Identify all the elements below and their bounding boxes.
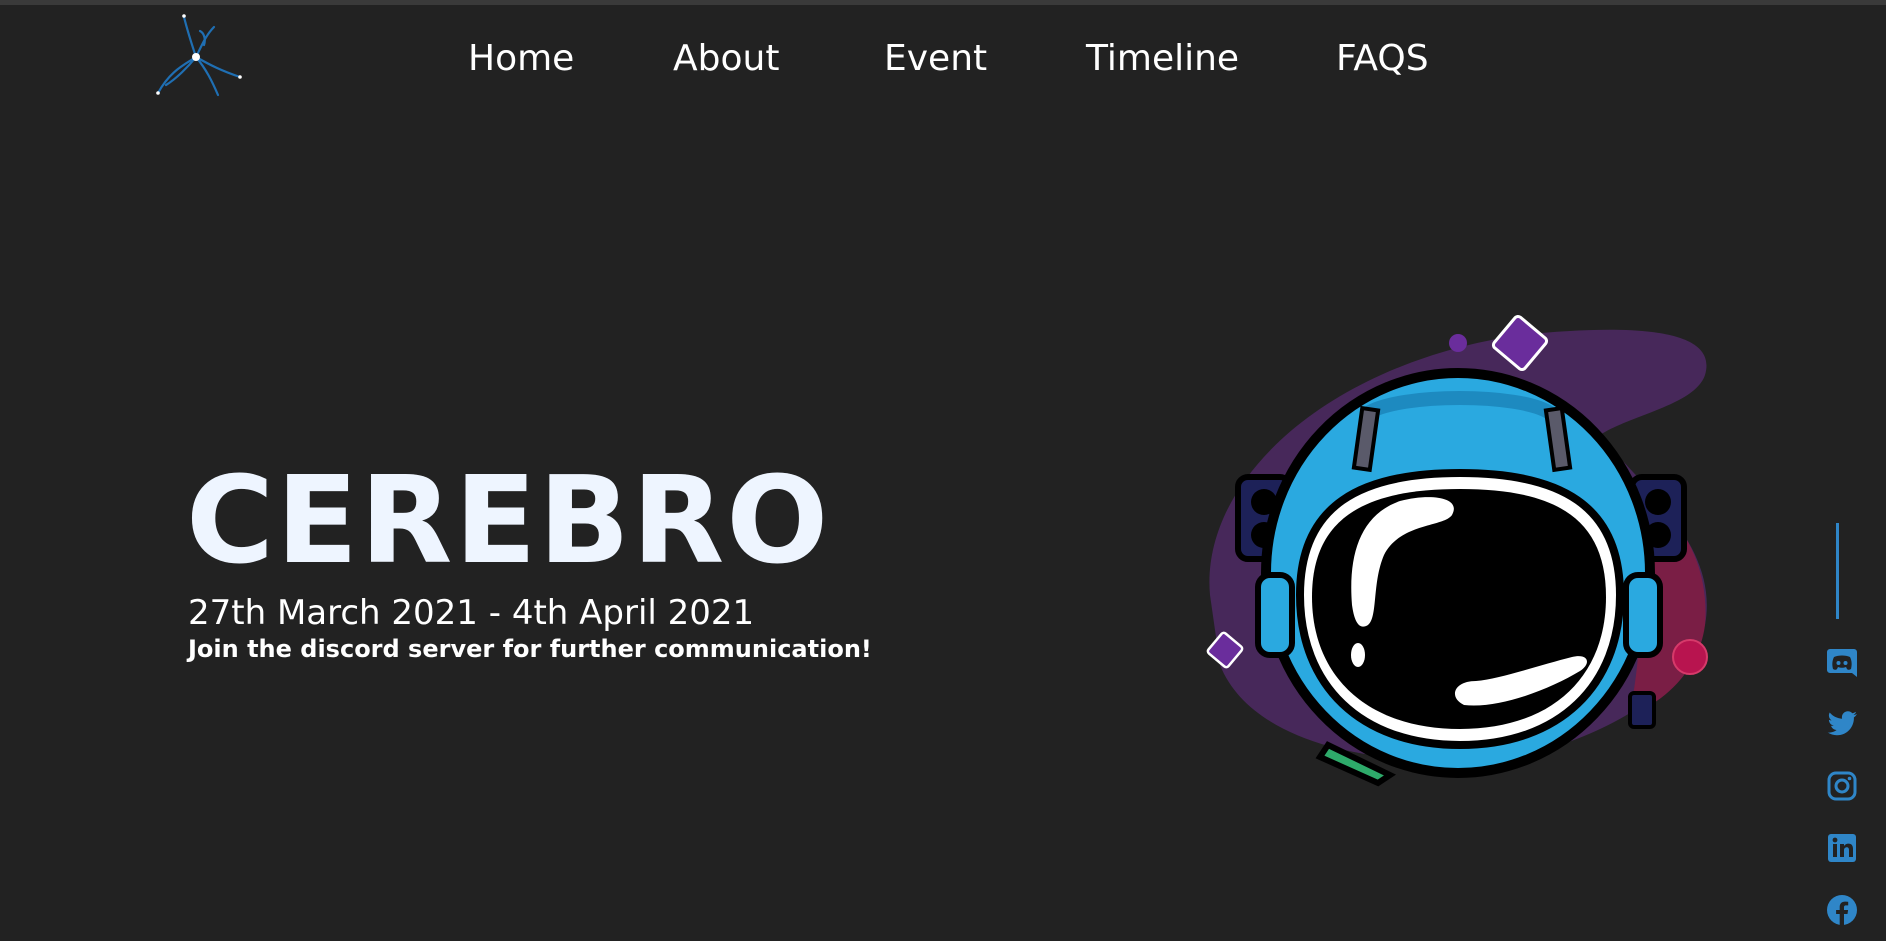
hero-dates: 27th March 2021 - 4th April 2021 <box>188 593 755 633</box>
main-nav: Home About Event Timeline FAQS <box>0 33 1886 85</box>
hero-subtitle: Join the discord server for further comm… <box>188 635 872 663</box>
nav-faqs-link[interactable]: FAQS <box>1336 33 1429 85</box>
astronaut-helmet-illustration <box>1206 314 1708 787</box>
instagram-icon[interactable] <box>1822 766 1862 806</box>
discord-icon[interactable] <box>1822 642 1862 682</box>
twitter-icon[interactable] <box>1822 704 1862 744</box>
nav-event-link[interactable]: Event <box>884 33 987 85</box>
page: Home About Event Timeline FAQS CEREBRO 2… <box>0 0 1886 941</box>
nav-about-link[interactable]: About <box>673 33 779 85</box>
facebook-icon[interactable] <box>1822 890 1862 930</box>
linkedin-icon[interactable] <box>1822 828 1862 868</box>
nav-timeline-link[interactable]: Timeline <box>1086 33 1239 85</box>
nav-home-link[interactable]: Home <box>468 33 574 85</box>
hero-title: CEREBRO <box>186 452 831 591</box>
social-divider-line <box>1836 523 1839 619</box>
